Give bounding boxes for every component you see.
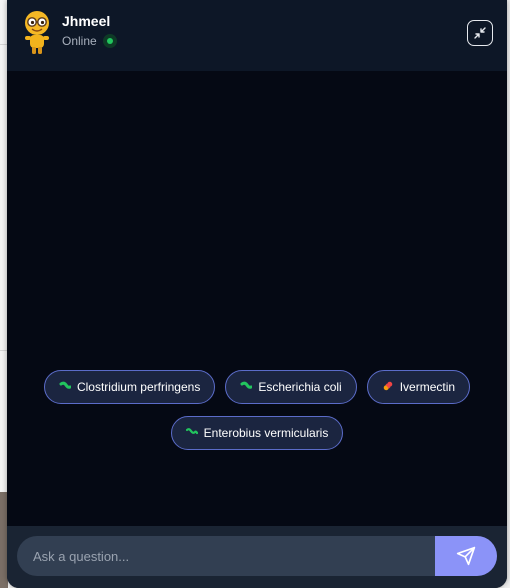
- bacteria-icon: [240, 380, 253, 394]
- suggestion-label: Enterobius vermicularis: [203, 426, 329, 440]
- pill-icon: [382, 380, 394, 394]
- status-text: Online: [62, 34, 97, 48]
- chat-widget: Jhmeel Online Clostridium perfringens Es…: [7, 0, 507, 588]
- chat-input-bar: [7, 526, 507, 588]
- suggestion-chip[interactable]: Escherichia coli: [225, 370, 357, 404]
- suggestion-chip[interactable]: Ivermectin: [366, 370, 471, 404]
- minimize-arrows-icon: [474, 27, 486, 39]
- suggestion-row: Clostridium perfringens Escherichia coli: [43, 370, 471, 404]
- worm-icon: [185, 426, 198, 440]
- chat-header: Jhmeel Online: [7, 0, 507, 71]
- minimize-button[interactable]: [467, 20, 493, 46]
- suggestion-chip[interactable]: Enterobius vermicularis: [170, 416, 344, 450]
- suggestion-label: Ivermectin: [399, 380, 456, 394]
- suggestion-chips: Clostridium perfringens Escherichia coli: [7, 370, 507, 450]
- send-button[interactable]: [435, 536, 497, 576]
- bot-avatar: [25, 11, 49, 54]
- status-row: Online: [62, 34, 117, 48]
- agent-name: Jhmeel: [62, 13, 111, 29]
- send-icon: [456, 546, 476, 566]
- suggestion-chip[interactable]: Clostridium perfringens: [43, 370, 216, 404]
- suggestion-label: Clostridium perfringens: [76, 380, 201, 394]
- chat-messages-area: Clostridium perfringens Escherichia coli: [7, 71, 507, 526]
- question-input-wrapper: [17, 536, 497, 576]
- suggestion-row: Enterobius vermicularis: [170, 416, 344, 450]
- suggestion-label: Escherichia coli: [258, 380, 342, 394]
- bacteria-icon: [59, 380, 72, 394]
- question-input[interactable]: [17, 536, 435, 576]
- online-indicator-icon: [102, 34, 117, 48]
